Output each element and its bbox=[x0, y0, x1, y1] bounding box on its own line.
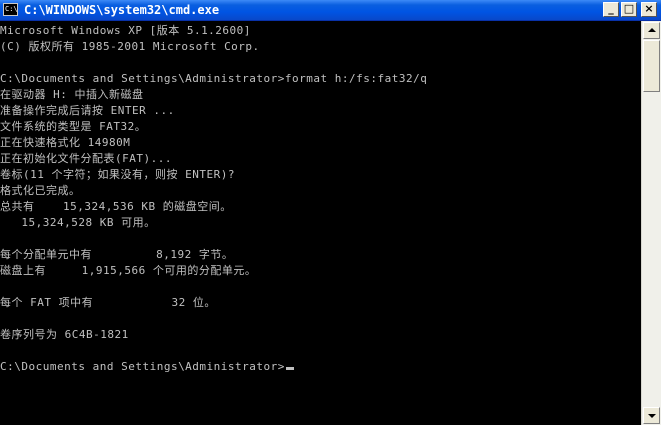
console-line: C:\Documents and Settings\Administrator>… bbox=[0, 72, 428, 85]
prompt-text: C:\Documents and Settings\Administrator> bbox=[0, 360, 285, 373]
cmd-console-icon[interactable]: C:\ bbox=[3, 3, 18, 16]
console-line: 15,324,528 KB 可用。 bbox=[0, 216, 156, 229]
console-line: 每个分配单元中有 8,192 字节。 bbox=[0, 248, 234, 261]
scroll-up-button[interactable] bbox=[643, 22, 660, 39]
console-line: 文件系统的类型是 FAT32。 bbox=[0, 120, 147, 133]
close-button[interactable]: × bbox=[641, 2, 657, 17]
title-bar[interactable]: C:\ C:\WINDOWS\system32\cmd.exe _ □ × bbox=[0, 0, 661, 21]
console-line: (C) 版权所有 1985-2001 Microsoft Corp. bbox=[0, 40, 260, 53]
text-cursor bbox=[285, 367, 294, 370]
console-line: 卷标(11 个字符；如果没有，则按 ENTER)? bbox=[0, 168, 235, 181]
window-title: C:\WINDOWS\system32\cmd.exe bbox=[24, 3, 220, 17]
console-line: 磁盘上有 1,915,566 个可用的分配单元。 bbox=[0, 264, 257, 277]
console-line: Microsoft Windows XP [版本 5.1.2600] bbox=[0, 24, 251, 37]
scroll-down-button[interactable] bbox=[643, 407, 660, 424]
maximize-button[interactable]: □ bbox=[621, 2, 637, 17]
console-line: 在驱动器 H: 中插入新磁盘 bbox=[0, 88, 144, 101]
console-line: 每个 FAT 项中有 32 位。 bbox=[0, 296, 216, 309]
prompt-line[interactable]: C:\Documents and Settings\Administrator> bbox=[0, 359, 294, 375]
console-line: 正在初始化文件分配表(FAT)... bbox=[0, 152, 172, 165]
vertical-scrollbar[interactable] bbox=[641, 21, 661, 425]
console-line: 准备操作完成后请按 ENTER ... bbox=[0, 104, 175, 117]
scroll-thumb[interactable] bbox=[643, 40, 660, 92]
console-line: 格式化已完成。 bbox=[0, 184, 81, 197]
console-line: 总共有 15,324,536 KB 的磁盘空间。 bbox=[0, 200, 232, 213]
console-output[interactable]: Microsoft Windows XP [版本 5.1.2600] (C) 版… bbox=[0, 21, 640, 425]
minimize-button[interactable]: _ bbox=[603, 2, 619, 17]
console-line: 正在快速格式化 14980M bbox=[0, 136, 131, 149]
console-line: 卷序列号为 6C4B-1821 bbox=[0, 328, 129, 341]
